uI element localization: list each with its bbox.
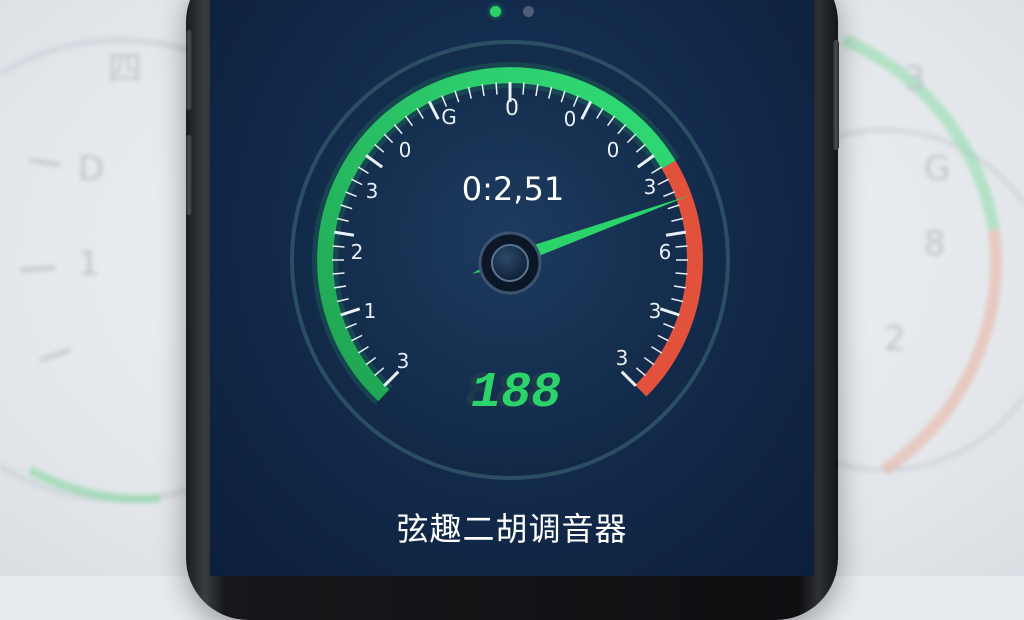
needle-hub-inner <box>491 244 529 282</box>
bg-right-label-1: 3 <box>904 59 926 99</box>
scale-label-right-2: 6 <box>659 240 672 264</box>
app-title: 弦趣二胡调音器 <box>396 510 628 548</box>
scale-label-left-1: 3 <box>397 349 410 373</box>
bg-left-label-1: 四 <box>108 49 142 89</box>
scale-label-right-4: 3 <box>616 346 629 370</box>
bg-right-label-2: G <box>924 149 950 189</box>
bg-left-label-2: D <box>78 149 104 189</box>
gauge-tick-minor <box>332 272 345 275</box>
bg-right-label-3: 8 <box>924 224 946 264</box>
scale-label-left-4: 3 <box>366 179 379 203</box>
gauge-tick-minor <box>522 82 525 95</box>
gauge-tick-minor <box>675 245 688 248</box>
app-screen: 3 1 2 3 0 G 0 0 0 3 6 3 3 0:2,51 888 188… <box>210 0 814 576</box>
phone-side-button-right <box>833 40 839 150</box>
bg-left-label-3: 1 <box>78 244 100 284</box>
scale-label-top-3: 0 <box>607 138 620 162</box>
bg-right-label-4: 2 <box>884 319 906 359</box>
scale-label-left-5: 0 <box>399 138 412 162</box>
phone-side-button-left-1 <box>186 30 192 110</box>
tuner-gauge: 3 1 2 3 0 G 0 0 0 3 6 3 3 0:2,51 888 188 <box>290 40 730 480</box>
digital-readout: 188 <box>471 365 561 422</box>
scale-label-right-1: 3 <box>644 175 657 199</box>
gauge-tick-minor <box>675 272 688 275</box>
scale-label-left-3: 2 <box>351 240 364 264</box>
scale-label-right-3: 3 <box>649 299 662 323</box>
scale-label-top-1: 0 <box>505 96 519 121</box>
scale-label-left-2: 1 <box>364 299 377 323</box>
background-gauge-right: 3 G 8 2 <box>824 34 1024 476</box>
gauge-reading: 0:2,51 <box>462 170 564 208</box>
scale-label-left-6: G <box>441 105 457 129</box>
gauge-tick-minor <box>495 82 498 95</box>
phone-side-button-left-2 <box>186 135 192 215</box>
scale-label-top-2: 0 <box>564 107 577 131</box>
gauge-tick-minor <box>332 245 345 248</box>
